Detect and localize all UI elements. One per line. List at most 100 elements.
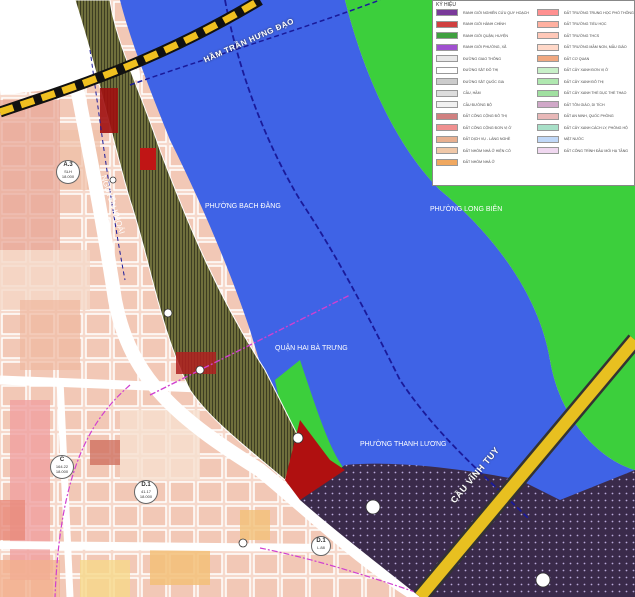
legend-swatch [436, 55, 458, 63]
legend-swatch [537, 20, 559, 28]
legend-column-right: ĐẤT TRƯỜNG TRUNG HỌC PHỔ THÔNG ĐẤT TRƯỜNG… [537, 7, 634, 157]
legend-item: ĐẤT TÔN GIÁO, DI TÍCH [537, 99, 634, 111]
legend-label: ĐẤT NHÓM NHÀ Ở [463, 160, 495, 165]
legend-item: CẦU, HẦM [436, 88, 529, 100]
zone-marker[interactable]: C 164.22 18.000 [50, 455, 74, 479]
legend-label: RANH GIỚI HÀNH CHÍNH [463, 22, 506, 27]
legend-label: ĐẤT CÂY XANH ĐƠN VỊ Ở [564, 68, 609, 73]
legend-label: ĐẤT CƠ QUAN [564, 56, 590, 61]
legend-swatch [436, 32, 458, 40]
ward-label-thanh-luong: PHƯỜNG THANH LƯƠNG [360, 441, 447, 448]
district-label-hai-ba-trung: QUẬN HAI BÀ TRƯNG [275, 345, 348, 352]
legend-swatch [436, 135, 458, 143]
legend-item: MẶT NƯỚC [537, 134, 634, 146]
ward-label-bach-dang: PHƯỜNG BẠCH ĐẰNG [205, 203, 281, 210]
legend-label: ĐẤT NHÓM NHÀ Ở HIỆN CÓ [463, 148, 511, 153]
legend-swatch [537, 112, 559, 120]
zone-value: L.88 [317, 545, 325, 550]
legend-swatch [537, 101, 559, 109]
legend-swatch [436, 9, 458, 17]
zone-code: A.3 [63, 162, 73, 168]
legend-item: CẦU ĐƯỜNG BỘ [436, 99, 529, 111]
legend-swatch [436, 147, 458, 155]
legend-item: ĐẤT TRƯỜNG TRUNG HỌC PHỔ THÔNG [537, 7, 634, 19]
legend-label: ĐẤT TRƯỜNG TRUNG HỌC PHỔ THÔNG [564, 10, 634, 15]
legend-item: ĐẤT CÂY XANH CÁCH LY, PHÒNG HỘ [537, 122, 634, 134]
zone-marker[interactable]: A.3 SLH 18.000 [56, 160, 80, 184]
legend-item: ĐẤT CÔNG CỘNG ĐÔ THỊ [436, 111, 529, 123]
legend-item: ĐẤT CÔNG CỘNG ĐƠN VỊ Ở [436, 122, 529, 134]
legend-label: ĐƯỜNG GIAO THÔNG [463, 56, 502, 61]
legend-label: RANH GIỚI QUẬN, HUYỆN [463, 33, 509, 38]
legend-swatch [537, 43, 559, 51]
legend-label: ĐẤT CÂY XANH THỂ DỤC THỂ THAO [564, 91, 627, 96]
ward-label-long-bien: PHƯỜNG LONG BIÊN [430, 206, 503, 213]
legend-label: RANH GIỚI NGHIÊN CỨU QUY HOẠCH [463, 10, 529, 15]
legend-label: ĐẤT TRƯỜNG THCS [564, 33, 600, 38]
legend-swatch [436, 112, 458, 120]
legend-item: RANH GIỚI PHƯỜNG, XÃ [436, 42, 529, 54]
legend-swatch [436, 158, 458, 166]
legend-column-left: RANH GIỚI NGHIÊN CỨU QUY HOẠCH RANH GIỚI … [436, 7, 529, 168]
legend-item: ĐẤT CÔNG TRÌNH ĐẦU MỐI HẠ TẦNG [537, 145, 634, 157]
zone-code: D.1 [141, 482, 151, 488]
legend-item: ĐẤT CƠ QUAN [537, 53, 634, 65]
legend-swatch [436, 43, 458, 51]
legend-swatch [436, 124, 458, 132]
legend-label: ĐẤT AN NINH, QUỐC PHÒNG [564, 114, 614, 119]
legend-label: CẦU ĐƯỜNG BỘ [463, 102, 492, 107]
legend-label: ĐẤT CÔNG CỘNG ĐÔ THỊ [463, 114, 507, 119]
legend-swatch [537, 78, 559, 86]
zone-code: C [59, 457, 65, 463]
legend-item: ĐẤT NHÓM NHÀ Ở [436, 157, 529, 169]
legend-item: RANH GIỚI QUẬN, HUYỆN [436, 30, 529, 42]
zone-code: D.1 [316, 538, 326, 544]
legend-item: ĐẤT CÂY XANH THỂ DỤC THỂ THAO [537, 88, 634, 100]
legend-label: ĐẤT TRƯỜNG TIỂU HỌC [564, 22, 607, 27]
planning-map[interactable]: HẦM TRẦN HƯNG ĐẠO NGUYỄN KHOÁI CẦU VĨNH … [0, 0, 635, 597]
legend-item: RANH GIỚI HÀNH CHÍNH [436, 19, 529, 31]
legend-swatch [436, 89, 458, 97]
legend-swatch [436, 101, 458, 109]
legend-swatch [537, 66, 559, 74]
legend-swatch [537, 89, 559, 97]
zone-value: 18.000 [55, 469, 69, 474]
zone-marker[interactable]: D.1 L.88 [311, 536, 331, 556]
legend-item: ĐƯỜNG SẮT ĐÔ THỊ [436, 65, 529, 77]
legend-label: ĐẤT CÂY XANH ĐÔ THỊ [564, 79, 604, 84]
legend-item: RANH GIỚI NGHIÊN CỨU QUY HOẠCH [436, 7, 529, 19]
legend-item: ĐẤT DỊCH VỤ - LÀNG NGHỀ [436, 134, 529, 146]
legend-label: ĐƯỜNG SẮT ĐÔ THỊ [463, 68, 499, 73]
legend-item: ĐẤT CÂY XANH ĐÔ THỊ [537, 76, 634, 88]
red-lot-2 [140, 148, 156, 170]
zone-value: 18.000 [61, 174, 75, 179]
legend-item: ĐẤT NHÓM NHÀ Ở HIỆN CÓ [436, 145, 529, 157]
legend-label: ĐẤT CÔNG CỘNG ĐƠN VỊ Ở [463, 125, 512, 130]
legend-label: ĐẤT TRƯỜNG MẦM NON, MẪU GIÁO [564, 45, 627, 50]
legend-label: ĐẤT DỊCH VỤ - LÀNG NGHỀ [463, 137, 511, 142]
legend-swatch [436, 78, 458, 86]
legend-label: ĐẤT TÔN GIÁO, DI TÍCH [564, 102, 605, 107]
legend-swatch [537, 32, 559, 40]
legend-swatch [537, 124, 559, 132]
legend-swatch [436, 66, 458, 74]
red-lot-3 [100, 88, 118, 133]
zone-marker[interactable]: D.1 41.17 18.000 [134, 480, 158, 504]
legend-label: RANH GIỚI PHƯỜNG, XÃ [463, 45, 507, 50]
legend-swatch [436, 20, 458, 28]
legend-item: ĐẤT TRƯỜNG MẦM NON, MẪU GIÁO [537, 42, 634, 54]
legend-label: CẦU, HẦM [463, 91, 481, 96]
legend-item: ĐẤT TRƯỜNG TIỂU HỌC [537, 19, 634, 31]
legend-label: MẶT NƯỚC [564, 137, 584, 142]
legend-item: ĐẤT CÂY XANH ĐƠN VỊ Ở [537, 65, 634, 77]
legend-swatch [537, 9, 559, 17]
map-legend: KÝ HIỆU RANH GIỚI NGHIÊN CỨU QUY HOẠCH RA… [432, 0, 635, 186]
legend-item: ĐƯỜNG SẮT QUỐC GIA [436, 76, 529, 88]
legend-swatch [537, 135, 559, 143]
legend-label: ĐƯỜNG SẮT QUỐC GIA [463, 79, 505, 84]
legend-item: ĐẤT TRƯỜNG THCS [537, 30, 634, 42]
legend-swatch [537, 147, 559, 155]
legend-swatch [537, 55, 559, 63]
zone-value: 18.000 [139, 494, 153, 499]
legend-label: ĐẤT CÂY XANH CÁCH LY, PHÒNG HỘ [564, 125, 628, 130]
